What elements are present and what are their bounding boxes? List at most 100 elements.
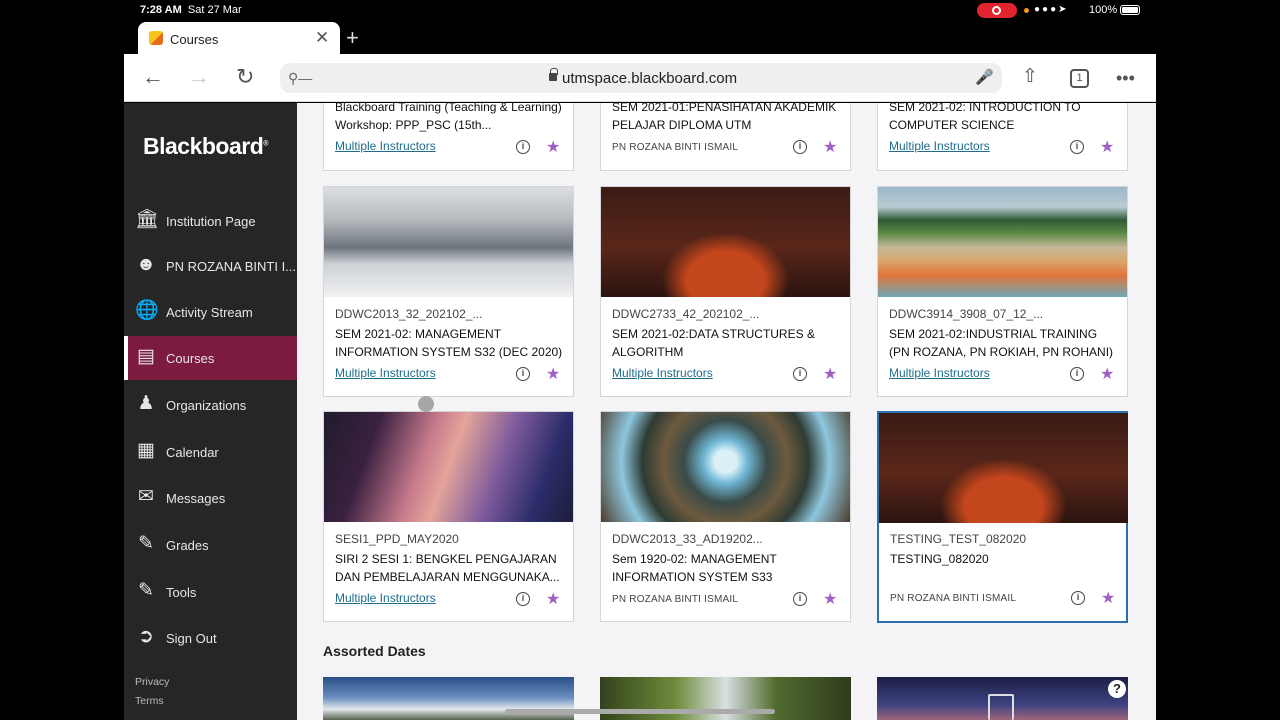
blackboard-logo[interactable]: Blackboard® [143, 133, 268, 160]
favorite-star-icon[interactable]: ★ [823, 137, 837, 157]
info-icon[interactable]: i [793, 592, 807, 606]
info-icon[interactable]: i [1071, 591, 1085, 605]
instructor-name: PN ROZANA BINTI ISMAIL [890, 593, 1017, 604]
microphone-icon[interactable]: 🎤 [975, 68, 994, 86]
courses-icon: ▤ [137, 346, 155, 367]
course-card[interactable]: SESI1_PPD_MAY2020 SIRI 2 SESI 1: BENGKEL… [323, 411, 574, 622]
course-code: SESI1_PPD_MAY2020 [335, 532, 459, 546]
recording-dot-icon [1024, 8, 1029, 13]
favorite-star-icon[interactable]: ★ [1101, 588, 1115, 608]
sidebar-item-activity-stream[interactable]: 🌐 Activity Stream [124, 290, 297, 334]
course-card[interactable]: DDWC2013_32_202102_... SEM 2021-02: MANA… [323, 186, 574, 397]
course-card[interactable]: SEM 2021-02: INTRODUCTION TO COMPUTER SC… [877, 103, 1128, 171]
favorite-star-icon[interactable]: ★ [823, 364, 837, 384]
organizations-icon: ♟ [137, 393, 155, 414]
favorite-star-icon[interactable]: ★ [546, 589, 560, 609]
globe-icon: 🌐 [135, 300, 159, 321]
course-image [324, 187, 573, 297]
sidebar-item-messages[interactable]: ✉ Messages [124, 476, 297, 520]
more-icon[interactable]: ••• [1116, 67, 1135, 89]
instructors-link[interactable]: Multiple Instructors [335, 366, 436, 380]
instructors-link[interactable]: Multiple Instructors [335, 139, 436, 153]
grades-icon: ✎ [138, 533, 154, 554]
course-image [601, 412, 850, 522]
course-code: DDWC2733_42_202102_... [612, 307, 760, 321]
url-text: utmspace.blackboard.com [562, 70, 738, 87]
sidebar-item-courses[interactable]: ▤ Courses [124, 336, 297, 380]
tools-icon: ✎ [138, 580, 154, 601]
instructors-link[interactable]: Multiple Instructors [889, 139, 990, 153]
info-icon[interactable]: i [1070, 367, 1084, 381]
instructor-name: PN ROZANA BINTI ISMAIL [612, 142, 739, 153]
course-name: Blackboard Training (Teaching & Learning… [335, 103, 562, 132]
touch-indicator [418, 396, 434, 412]
sidebar-item-profile[interactable]: ☻ PN ROZANA BINTI I... [124, 244, 297, 288]
lock-icon [549, 68, 558, 81]
new-tab-icon[interactable]: + [346, 25, 359, 51]
battery-icon [1120, 5, 1140, 15]
share-icon[interactable]: ⇧ [1022, 66, 1038, 88]
sidebar-item-tools[interactable]: ✎ Tools [124, 570, 297, 614]
close-tab-icon[interactable]: ✕ [315, 28, 329, 48]
info-icon[interactable]: i [793, 367, 807, 381]
envelope-icon: ✉ [138, 486, 154, 507]
address-bar[interactable]: ⚲— utmspace.blackboard.com 🎤 [280, 63, 1002, 93]
terms-link[interactable]: Terms [135, 695, 164, 707]
back-icon[interactable]: ← [142, 66, 164, 88]
privacy-link[interactable]: Privacy [135, 676, 169, 688]
course-name: TESTING_082020 [890, 552, 989, 566]
sidebar-item-calendar[interactable]: ▦ Calendar [124, 430, 297, 474]
sidebar-item-organizations[interactable]: ♟ Organizations [124, 383, 297, 427]
tab-count-button[interactable]: 1 [1070, 69, 1089, 88]
battery-percent: 100% [1089, 4, 1118, 16]
status-bar: 7:28 AM Sat 27 Mar ●●●➤ 100% [0, 0, 1280, 20]
instructors-link[interactable]: Multiple Instructors [889, 366, 990, 380]
course-card[interactable]: DDWC3914_3908_07_12_... SEM 2021-02:INDU… [877, 186, 1128, 397]
sidebar-item-institution-page[interactable]: 🏛 Institution Page [124, 199, 297, 243]
calendar-icon: ▦ [137, 440, 155, 461]
browser-tab[interactable]: Courses ✕ [138, 22, 340, 54]
course-card[interactable]: DDWC2733_42_202102_... SEM 2021-02:DATA … [600, 186, 851, 397]
reload-icon[interactable]: ↻ [236, 66, 254, 88]
home-indicator[interactable] [505, 709, 775, 714]
wifi-icon: ●●●➤ [1034, 4, 1069, 15]
info-icon[interactable]: i [793, 140, 807, 154]
sidebar-item-grades[interactable]: ✎ Grades [124, 523, 297, 567]
tab-title: Courses [170, 32, 219, 47]
instructors-link[interactable]: Multiple Instructors [612, 366, 713, 380]
favorite-star-icon[interactable]: ★ [1100, 137, 1114, 157]
key-icon[interactable]: ⚲— [288, 70, 312, 87]
instructor-name: PN ROZANA BINTI ISMAIL [612, 594, 739, 605]
info-icon[interactable]: i [516, 592, 530, 606]
user-icon: ☻ [136, 254, 156, 275]
browser-toolbar: ← → ↻ ⚲— utmspace.blackboard.com 🎤 ⇧ 1 •… [124, 54, 1156, 102]
course-card-selected[interactable]: TESTING_TEST_082020 TESTING_082020 PN RO… [877, 411, 1128, 623]
instructors-link[interactable]: Multiple Instructors [335, 591, 436, 605]
help-icon[interactable]: ? [1108, 680, 1126, 698]
favorite-star-icon[interactable]: ★ [546, 364, 560, 384]
bookmark-icon [988, 694, 1014, 720]
favorite-star-icon[interactable]: ★ [1100, 364, 1114, 384]
info-icon[interactable]: i [516, 367, 530, 381]
forward-icon[interactable]: → [188, 66, 210, 88]
course-card[interactable]: DDWC2013_33_AD19202... Sem 1920-02: MANA… [600, 411, 851, 622]
course-code: DDWC2013_33_AD19202... [612, 532, 763, 546]
course-code: TESTING_TEST_082020 [890, 532, 1027, 546]
course-image [879, 413, 1128, 523]
course-card[interactable]: SEM 2021-01:PENASIHATAN AKADEMIK PELAJAR… [600, 103, 851, 171]
course-name: SEM 2021-01:PENASIHATAN AKADEMIK PELAJAR… [612, 103, 837, 132]
course-code: DDWC3914_3908_07_12_... [889, 307, 1044, 321]
info-icon[interactable]: i [516, 140, 530, 154]
screen-recording-indicator[interactable] [977, 3, 1017, 18]
status-time: 7:28 AM Sat 27 Mar [140, 4, 242, 16]
info-icon[interactable]: i [1070, 140, 1084, 154]
favorite-star-icon[interactable]: ★ [546, 137, 560, 157]
course-card[interactable]: Blackboard Training (Teaching & Learning… [323, 103, 574, 171]
course-name: Sem 1920-02: MANAGEMENT INFORMATION SYST… [612, 552, 777, 584]
sidebar-item-sign-out[interactable]: ➲ Sign Out [124, 616, 297, 660]
institution-icon: 🏛 [135, 209, 160, 230]
tab-strip: Courses ✕ + [124, 20, 1156, 54]
course-name: SEM 2021-02: INTRODUCTION TO COMPUTER SC… [889, 103, 1081, 132]
favorite-star-icon[interactable]: ★ [823, 589, 837, 609]
course-name: SEM 2021-02:DATA STRUCTURES & ALGORITHM [612, 327, 815, 359]
